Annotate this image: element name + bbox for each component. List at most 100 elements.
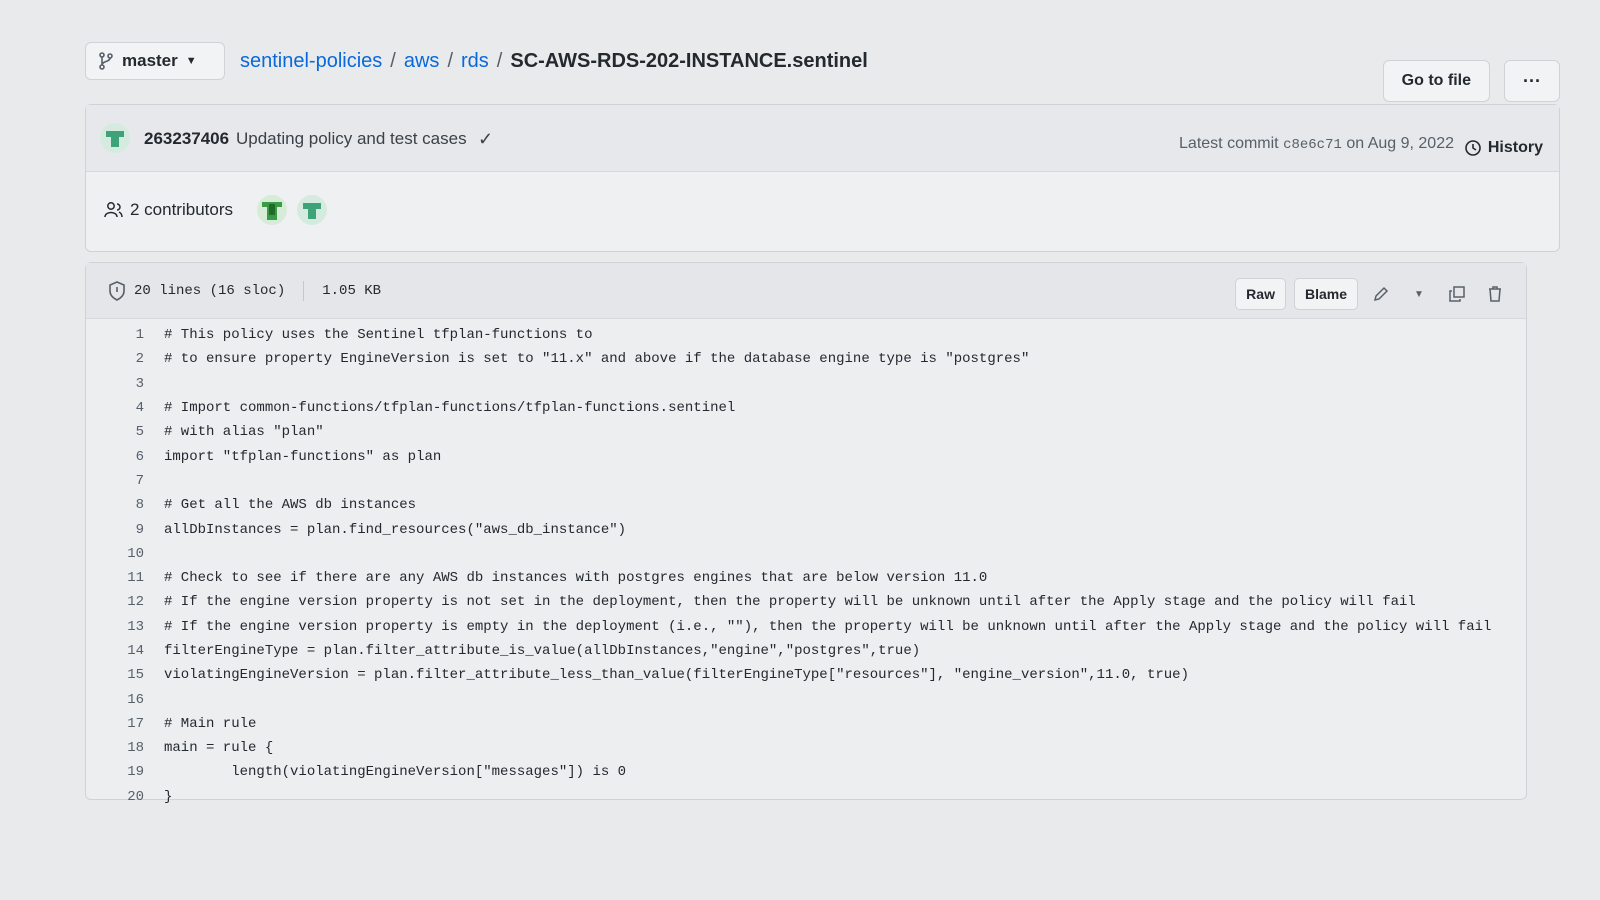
code-line: 10: [86, 542, 1526, 566]
git-branch-icon: [99, 52, 113, 70]
code-line-text: # Check to see if there are any AWS db i…: [164, 570, 988, 587]
code-line: 19 length(violatingEngineVersion["messag…: [86, 760, 1526, 784]
code-line: 20}: [86, 785, 1526, 809]
file-content-box: 20 lines (16 sloc) 1.05 KB Raw Blame ▼ 1…: [85, 262, 1527, 805]
line-number[interactable]: 8: [86, 497, 164, 513]
avatar[interactable]: [257, 195, 287, 225]
commit-date: on Aug 9, 2022: [1346, 135, 1454, 152]
code-line-text: allDbInstances = plan.find_resources("aw…: [164, 521, 627, 538]
file-header: 20 lines (16 sloc) 1.05 KB Raw Blame ▼: [86, 263, 1526, 319]
avatar[interactable]: [297, 195, 327, 225]
code-line-text: # to ensure property EngineVersion is se…: [164, 351, 1030, 368]
code-line: 17 # Main rule: [86, 712, 1526, 736]
latest-commit-box: 263237406 Updating policy and test cases…: [85, 104, 1560, 252]
code-line-text: # This policy uses the Sentinel tfplan-f…: [164, 327, 593, 344]
latest-commit-info: Latest commit c8e6c71 on Aug 9, 2022: [1179, 135, 1454, 153]
line-number[interactable]: 2: [86, 351, 164, 367]
code-line: 7: [86, 469, 1526, 493]
code-line: 6 import "tfplan-functions" as plan: [86, 444, 1526, 468]
code-line: 5 # with alias "plan": [86, 420, 1526, 444]
breadcrumb-aws-link[interactable]: aws: [404, 50, 440, 73]
contributor-avatars: [257, 195, 327, 225]
breadcrumb-repo-link[interactable]: sentinel-policies: [240, 50, 382, 73]
code-line: 14 filterEngineType = plan.filter_attribu…: [86, 639, 1526, 663]
go-to-file-button[interactable]: Go to file: [1382, 60, 1490, 102]
code-line-text: violatingEngineVersion = plan.filter_att…: [164, 667, 1189, 684]
line-number[interactable]: 18: [86, 740, 164, 756]
line-number[interactable]: 13: [86, 619, 164, 635]
code-line-text: filterEngineType = plan.filter_attribute…: [164, 643, 921, 659]
file-view-page: master ▼ sentinel-policies / aws / rds /…: [85, 40, 1560, 805]
file-actions: Raw Blame ▼: [1235, 278, 1510, 310]
line-number[interactable]: 15: [86, 667, 164, 683]
line-number[interactable]: 12: [86, 594, 164, 610]
shield-icon: [109, 281, 125, 301]
code-line: 2 # to ensure property EngineVersion is s…: [86, 347, 1526, 371]
code-line: 15 violatingEngineVersion = plan.filter_a…: [86, 663, 1526, 687]
blame-button[interactable]: Blame: [1293, 278, 1358, 310]
chevron-down-icon[interactable]: ▼: [1404, 279, 1434, 309]
code-line-text: # If the engine version property is empt…: [164, 618, 1492, 635]
code-line-text: # Main rule: [164, 715, 257, 732]
code-line: 16: [86, 687, 1526, 711]
edit-pencil-icon[interactable]: [1366, 279, 1396, 309]
code-view: 1 # This policy uses the Sentinel tfplan-…: [86, 319, 1526, 809]
code-line-text: # Get all the AWS db instances: [164, 497, 417, 514]
file-size: 1.05 KB: [322, 283, 382, 299]
code-line-text: length(violatingEngineVersion["messages"…: [164, 764, 627, 781]
breadcrumb-separator: /: [390, 50, 396, 72]
line-number[interactable]: 5: [86, 424, 164, 440]
code-line: 1 # This policy uses the Sentinel tfplan-…: [86, 323, 1526, 347]
code-line: 18 main = rule {: [86, 736, 1526, 760]
line-number[interactable]: 16: [86, 692, 164, 708]
line-number[interactable]: 11: [86, 570, 164, 586]
code-line-text: }: [164, 788, 173, 805]
code-line-text: import "tfplan-functions" as plan: [164, 448, 442, 465]
code-line: 4 # Import common-functions/tfplan-functi…: [86, 396, 1526, 420]
commit-message[interactable]: Updating policy and test cases: [236, 129, 467, 149]
breadcrumb-separator: /: [496, 50, 503, 72]
commit-sha-link[interactable]: c8e6c71: [1283, 137, 1342, 153]
branch-select-button[interactable]: master ▼: [85, 42, 225, 80]
line-number[interactable]: 14: [86, 643, 164, 659]
line-number[interactable]: 10: [86, 546, 164, 562]
chevron-down-icon: ▼: [185, 55, 197, 67]
line-number[interactable]: 19: [86, 764, 164, 780]
commit-author[interactable]: 263237406: [144, 129, 229, 149]
history-button[interactable]: History: [1464, 139, 1543, 157]
clock-icon: [1465, 140, 1481, 156]
code-line-text: main = rule {: [164, 740, 274, 757]
breadcrumb-file-name: SC-AWS-RDS-202-INSTANCE.sentinel: [510, 50, 868, 72]
code-line: 3: [86, 372, 1526, 396]
branch-name: master: [122, 51, 178, 70]
code-line-text: # Import common-functions/tfplan-functio…: [164, 400, 736, 417]
code-line-text: # with alias "plan": [164, 424, 324, 441]
raw-button[interactable]: Raw: [1235, 278, 1286, 310]
avatar[interactable]: [100, 123, 130, 153]
code-line-text: # If the engine version property is not …: [164, 594, 1416, 611]
breadcrumb: sentinel-policies / aws / rds / SC-AWS-R…: [240, 50, 868, 73]
copy-icon[interactable]: [1442, 279, 1472, 309]
history-label: History: [1487, 139, 1543, 156]
contributors-label[interactable]: 2 contributors: [130, 200, 233, 220]
code-line: 11 # Check to see if there are any AWS db…: [86, 566, 1526, 590]
more-options-button[interactable]: ···: [1504, 60, 1560, 102]
file-info: 20 lines (16 sloc) 1.05 KB: [108, 281, 381, 301]
code-line: 9 allDbInstances = plan.find_resources("a…: [86, 517, 1526, 541]
line-number[interactable]: 7: [86, 473, 164, 489]
trash-icon[interactable]: [1480, 279, 1510, 309]
breadcrumb-separator: /: [447, 50, 453, 72]
line-number[interactable]: 20: [86, 789, 164, 805]
line-number[interactable]: 4: [86, 400, 164, 416]
line-number[interactable]: 3: [86, 376, 164, 392]
breadcrumb-rds-link[interactable]: rds: [461, 50, 489, 73]
line-number[interactable]: 9: [86, 522, 164, 538]
commit-row: 263237406 Updating policy and test cases…: [86, 105, 1559, 172]
line-number[interactable]: 6: [86, 449, 164, 465]
contributors-row: 2 contributors: [104, 195, 327, 225]
check-icon: ✓: [478, 129, 494, 149]
people-icon: [104, 202, 123, 218]
line-number[interactable]: 1: [86, 327, 164, 343]
code-line: 12 # If the engine version property is no…: [86, 590, 1526, 614]
line-number[interactable]: 17: [86, 716, 164, 732]
